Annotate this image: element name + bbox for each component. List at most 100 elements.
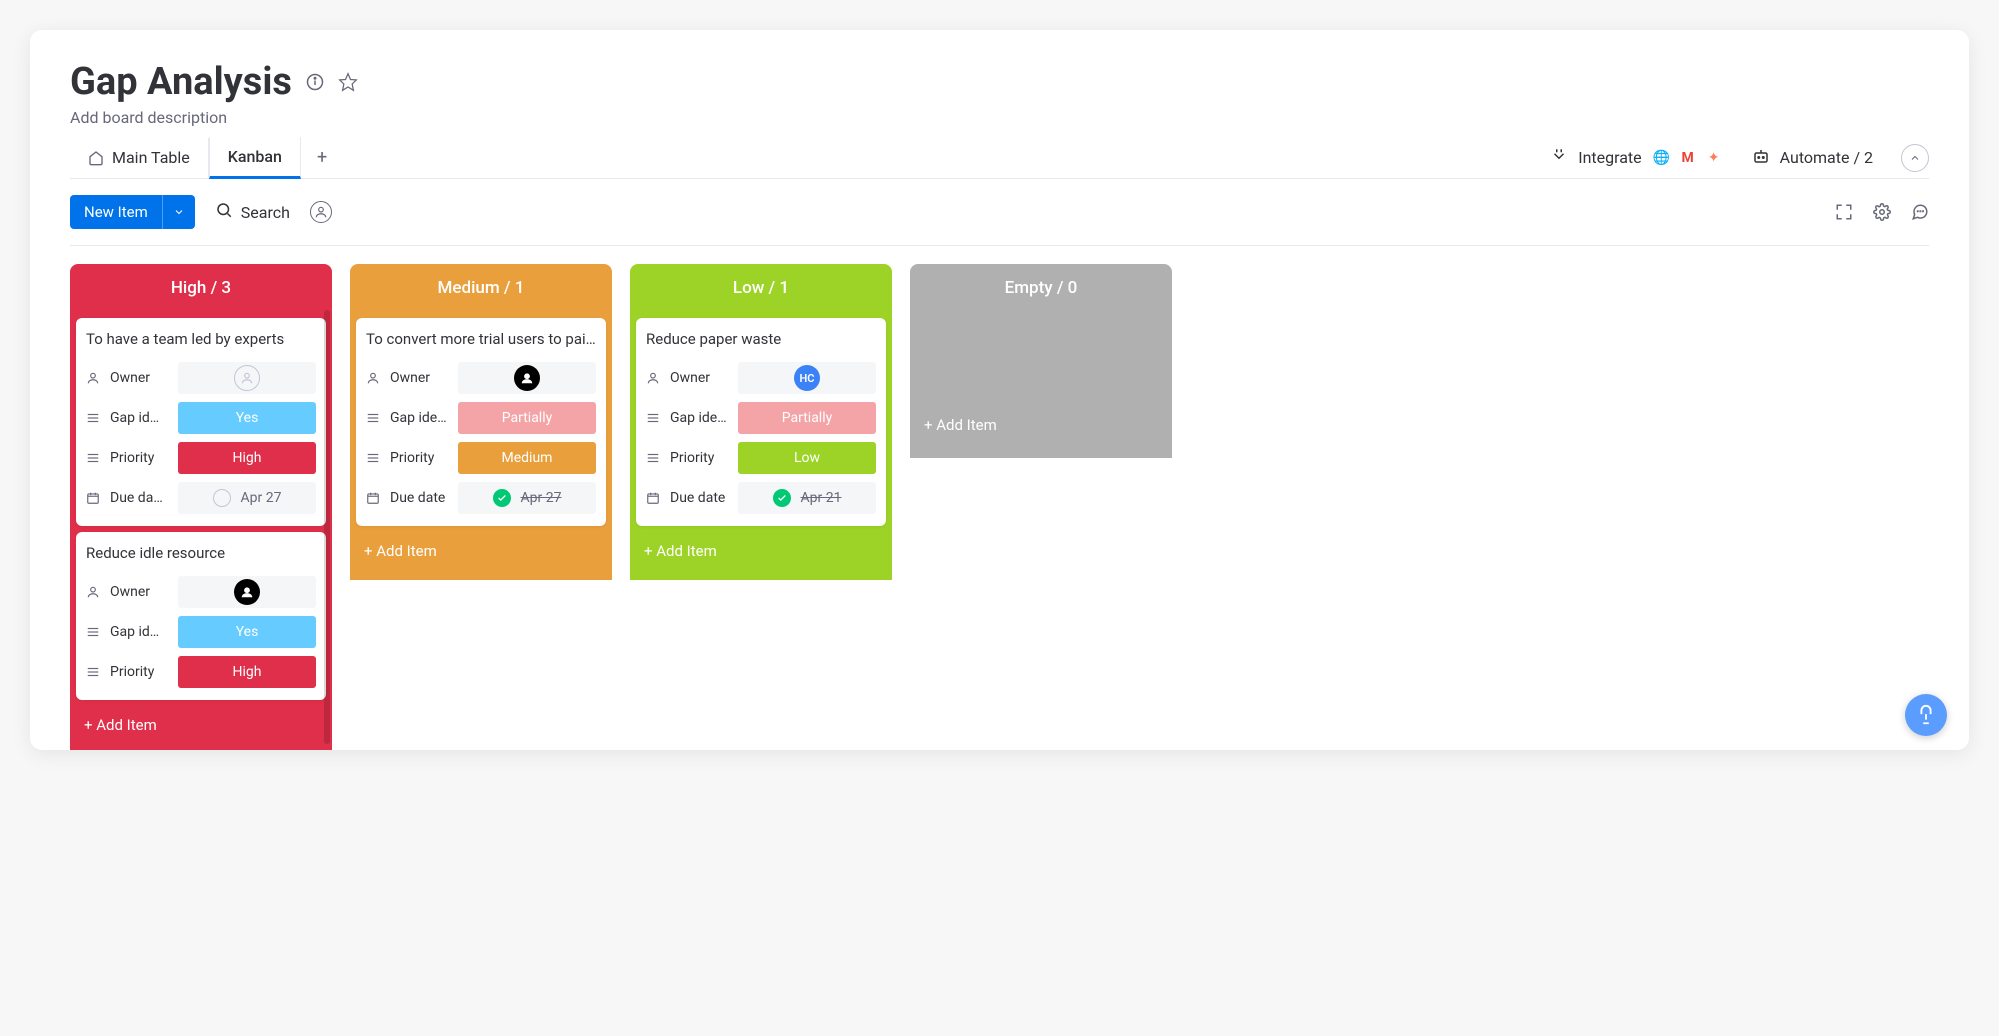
due-date-value: Apr 21 (801, 490, 842, 506)
kanban-board: High / 3 To have a team led by experts O… (70, 246, 1929, 750)
calendar-icon (366, 491, 382, 505)
field-gap-label: Gap id… (110, 624, 170, 640)
field-due-label: Due date (390, 490, 450, 506)
avatar-hc-icon: HC (794, 365, 820, 391)
due-date-cell[interactable]: Apr 27 (458, 482, 596, 514)
card-title[interactable]: Reduce paper waste (646, 330, 876, 348)
avatar-icon (514, 365, 540, 391)
new-item-button[interactable]: New Item (70, 195, 162, 229)
list-icon (646, 451, 662, 465)
status-done-icon (773, 489, 791, 507)
info-icon[interactable] (306, 73, 324, 91)
board-title[interactable]: Gap Analysis (70, 60, 292, 104)
add-item-button[interactable]: + Add Item (350, 532, 612, 570)
tab-main-label: Main Table (112, 148, 190, 167)
due-date-cell[interactable]: Apr 27 (178, 482, 316, 514)
field-priority-label: Priority (390, 450, 450, 466)
gap-cell[interactable]: Yes (178, 402, 316, 434)
integrate-label: Integrate (1578, 148, 1641, 167)
field-owner-label: Owner (110, 370, 170, 386)
integration-icons: 🌐M✦ (1652, 148, 1724, 168)
list-icon (86, 451, 102, 465)
card-title[interactable]: To have a team led by experts (86, 330, 316, 348)
gap-cell[interactable]: Partially (738, 402, 876, 434)
tab-kanban-label: Kanban (228, 147, 282, 166)
field-gap-label: Gap id… (110, 410, 170, 426)
field-owner-label: Owner (670, 370, 730, 386)
comment-icon[interactable] (1911, 203, 1929, 221)
add-item-button[interactable]: + Add Item (630, 532, 892, 570)
field-gap-label: Gap ide… (670, 410, 730, 426)
field-due-label: Due da… (110, 490, 170, 506)
column-medium: Medium / 1 To convert more trial users t… (350, 264, 612, 580)
priority-cell[interactable]: Low (738, 442, 876, 474)
add-item-button[interactable]: + Add Item (70, 706, 332, 744)
search-label: Search (241, 203, 290, 222)
status-open-icon (213, 489, 231, 507)
add-view-button[interactable]: + (301, 137, 343, 178)
add-item-button[interactable]: + Add Item (910, 392, 1172, 448)
tab-kanban[interactable]: Kanban (209, 137, 301, 179)
help-fab-button[interactable] (1905, 694, 1947, 736)
card[interactable]: Reduce idle resource Owner Gap id… Yes P… (76, 532, 326, 700)
field-due-label: Due date (670, 490, 730, 506)
field-owner-label: Owner (110, 584, 170, 600)
fullscreen-icon[interactable] (1835, 203, 1853, 221)
person-icon (646, 371, 662, 385)
column-high: High / 3 To have a team led by experts O… (70, 264, 332, 750)
field-gap-label: Gap ide… (390, 410, 450, 426)
column-high-header[interactable]: High / 3 (70, 264, 332, 312)
automate-label: Automate / 2 (1780, 148, 1873, 167)
collapse-header-button[interactable] (1901, 144, 1929, 172)
field-priority-label: Priority (110, 664, 170, 680)
new-item-dropdown[interactable] (162, 195, 195, 229)
column-empty-header[interactable]: Empty / 0 (910, 264, 1172, 312)
settings-icon[interactable] (1873, 203, 1891, 221)
owner-cell[interactable] (178, 362, 316, 394)
star-icon[interactable] (338, 72, 358, 92)
column-low-header[interactable]: Low / 1 (630, 264, 892, 312)
gap-cell[interactable]: Partially (458, 402, 596, 434)
list-icon (86, 411, 102, 425)
avatar-icon (234, 579, 260, 605)
card-title[interactable]: To convert more trial users to paid/… (366, 330, 596, 348)
person-icon (366, 371, 382, 385)
automate-button[interactable]: Automate / 2 (1752, 147, 1873, 169)
due-date-value: Apr 27 (241, 490, 282, 506)
gap-cell[interactable]: Yes (178, 616, 316, 648)
list-icon (366, 411, 382, 425)
owner-cell[interactable] (178, 576, 316, 608)
owner-cell[interactable]: HC (738, 362, 876, 394)
list-icon (86, 625, 102, 639)
card[interactable]: Reduce paper waste Owner HC Gap ide… Par… (636, 318, 886, 526)
field-owner-label: Owner (390, 370, 450, 386)
list-icon (366, 451, 382, 465)
person-icon (86, 371, 102, 385)
column-medium-header[interactable]: Medium / 1 (350, 264, 612, 312)
field-priority-label: Priority (110, 450, 170, 466)
integrate-button[interactable]: Integrate 🌐M✦ (1550, 147, 1723, 169)
search-button[interactable]: Search (215, 201, 290, 223)
home-icon (88, 150, 104, 166)
empty-drop-zone[interactable] (910, 312, 1172, 392)
card[interactable]: To have a team led by experts Owner Gap … (76, 318, 326, 526)
list-icon (86, 665, 102, 679)
avatar-empty-icon (234, 365, 260, 391)
field-priority-label: Priority (670, 450, 730, 466)
card-title[interactable]: Reduce idle resource (86, 544, 316, 562)
person-filter-button[interactable] (310, 201, 332, 223)
status-done-icon (493, 489, 511, 507)
card[interactable]: To convert more trial users to paid/… Ow… (356, 318, 606, 526)
owner-cell[interactable] (458, 362, 596, 394)
column-empty: Empty / 0 + Add Item (910, 264, 1172, 458)
priority-cell[interactable]: Medium (458, 442, 596, 474)
robot-icon (1752, 147, 1770, 169)
priority-cell[interactable]: High (178, 656, 316, 688)
due-date-cell[interactable]: Apr 21 (738, 482, 876, 514)
board-description[interactable]: Add board description (70, 108, 1929, 127)
person-icon (86, 585, 102, 599)
column-low: Low / 1 Reduce paper waste Owner HC Gap … (630, 264, 892, 580)
priority-cell[interactable]: High (178, 442, 316, 474)
tab-main-table[interactable]: Main Table (70, 138, 209, 177)
calendar-icon (646, 491, 662, 505)
